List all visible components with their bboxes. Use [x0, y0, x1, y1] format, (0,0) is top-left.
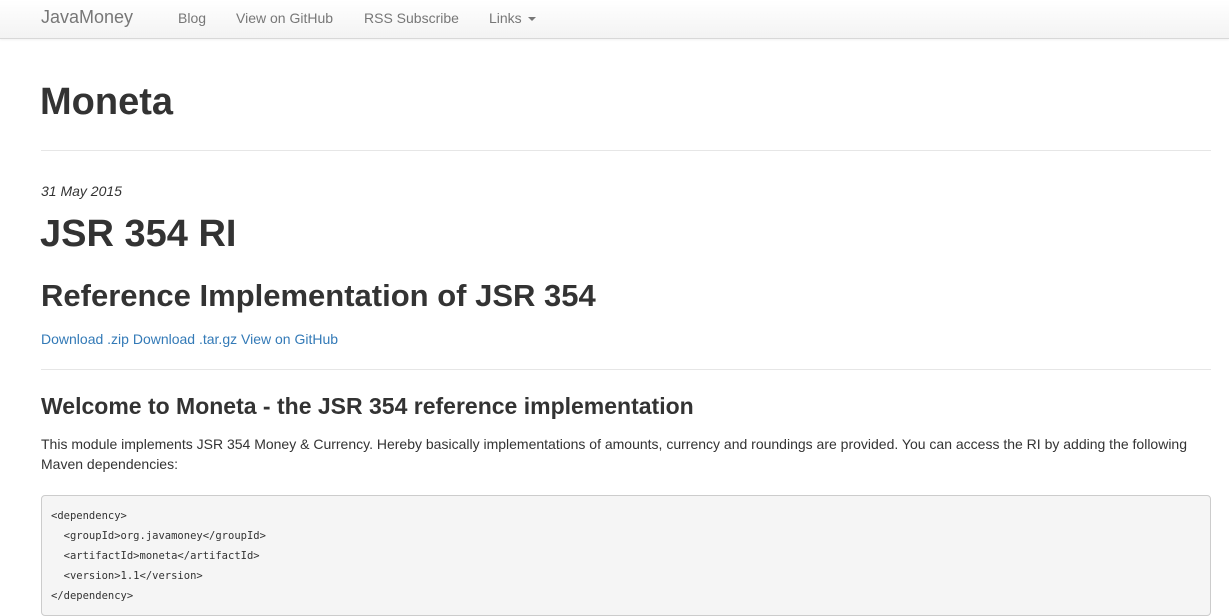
nav-links-dropdown[interactable]: Links	[489, 10, 536, 26]
maven-code-block[interactable]: <dependency> <groupId>org.javamoney</gro…	[41, 494, 1211, 616]
code-line: <version>1.1</version>	[51, 569, 203, 582]
nav-view-on-github[interactable]: View on GitHub	[236, 10, 333, 26]
download-zip-link[interactable]: Download .zip	[41, 331, 129, 347]
code-line: <groupId>org.javamoney</groupId>	[51, 529, 266, 542]
intro-paragraph: This module implements JSR 354 Money & C…	[41, 436, 1188, 472]
brand-link[interactable]: JavaMoney	[41, 7, 133, 28]
title-divider	[41, 150, 1211, 151]
nav-links-label: Links	[489, 10, 522, 26]
github-link[interactable]: View on GitHub	[241, 331, 338, 347]
caret-down-icon	[527, 17, 536, 22]
code-line: <artifactId>moneta</artifactId>	[51, 549, 260, 562]
post-subheading: Reference Implementation of JSR 354	[41, 278, 596, 313]
page-title: Moneta	[40, 81, 173, 123]
download-targz-link[interactable]: Download .tar.gz	[133, 331, 237, 347]
nav-blog[interactable]: Blog	[178, 10, 206, 26]
section-divider	[41, 369, 1211, 370]
nav-rss-subscribe[interactable]: RSS Subscribe	[364, 10, 459, 26]
code-line: <dependency>	[51, 509, 127, 522]
section-title: Welcome to Moneta - the JSR 354 referenc…	[41, 393, 694, 419]
download-links: Download .zip Download .tar.gz View on G…	[41, 331, 338, 347]
top-navbar: JavaMoney Blog View on GitHub RSS Subscr…	[0, 0, 1229, 39]
post-heading: JSR 354 RI	[40, 213, 237, 255]
post-date: 31 May 2015	[41, 183, 122, 199]
code-line: </dependency>	[51, 589, 134, 602]
